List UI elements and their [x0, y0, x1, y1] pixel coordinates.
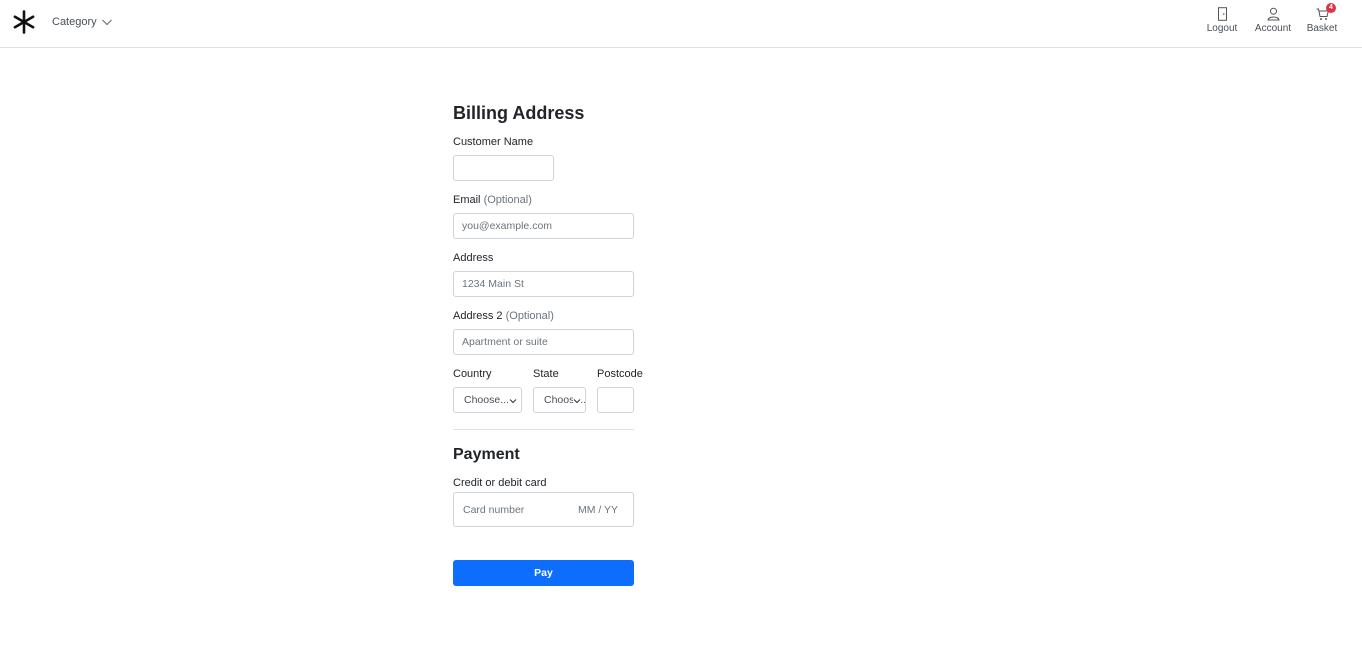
chevron-down-icon	[573, 397, 581, 405]
asterisk-logo-icon[interactable]	[12, 10, 36, 34]
customer-name-label: Customer Name	[453, 136, 534, 148]
top-navbar: Category Logout Account 4 Basket	[0, 0, 1362, 48]
user-icon	[1266, 7, 1280, 21]
chevron-down-icon	[509, 397, 517, 405]
email-optional-hint: (Optional)	[483, 194, 532, 206]
billing-address-heading: Billing Address	[453, 103, 585, 123]
card-input-field[interactable]: Card number MM / YY	[453, 492, 634, 527]
door-icon	[1217, 7, 1227, 21]
account-label: Account	[1254, 23, 1292, 34]
country-select[interactable]: Choose...	[453, 387, 522, 413]
pay-button[interactable]: Pay	[453, 560, 634, 586]
email-label-text: Email	[453, 194, 481, 206]
state-label: State	[533, 368, 559, 380]
address-input[interactable]	[453, 271, 634, 297]
section-divider	[453, 429, 634, 430]
chevron-down-icon	[101, 19, 112, 26]
card-label: Credit or debit card	[453, 477, 547, 489]
postcode-label: Postcode	[597, 368, 643, 380]
state-select[interactable]: Choose...	[533, 387, 586, 413]
address2-label: Address 2 (Optional)	[453, 310, 554, 322]
card-number-placeholder[interactable]: Card number	[463, 504, 524, 516]
basket-button[interactable]: 4 Basket	[1302, 3, 1342, 37]
email-label: Email (Optional)	[453, 194, 532, 206]
address2-label-text: Address 2	[453, 310, 503, 322]
country-selected-value: Choose...	[464, 394, 509, 406]
basket-count-badge: 4	[1326, 3, 1336, 13]
category-label: Category	[52, 16, 97, 28]
email-input[interactable]	[453, 213, 634, 239]
basket-label: Basket	[1306, 23, 1338, 34]
address-label: Address	[453, 252, 494, 264]
category-dropdown[interactable]: Category	[52, 14, 113, 30]
logout-label: Logout	[1206, 23, 1238, 34]
country-label: Country	[453, 368, 492, 380]
payment-heading: Payment	[453, 446, 520, 463]
card-expiry-placeholder[interactable]: MM / YY	[578, 504, 618, 516]
postcode-input[interactable]	[597, 387, 634, 413]
address2-optional-hint: (Optional)	[505, 310, 554, 322]
customer-name-input[interactable]	[453, 155, 554, 181]
logout-button[interactable]: Logout	[1202, 7, 1242, 37]
account-button[interactable]: Account	[1250, 7, 1296, 37]
address2-input[interactable]	[453, 329, 634, 355]
